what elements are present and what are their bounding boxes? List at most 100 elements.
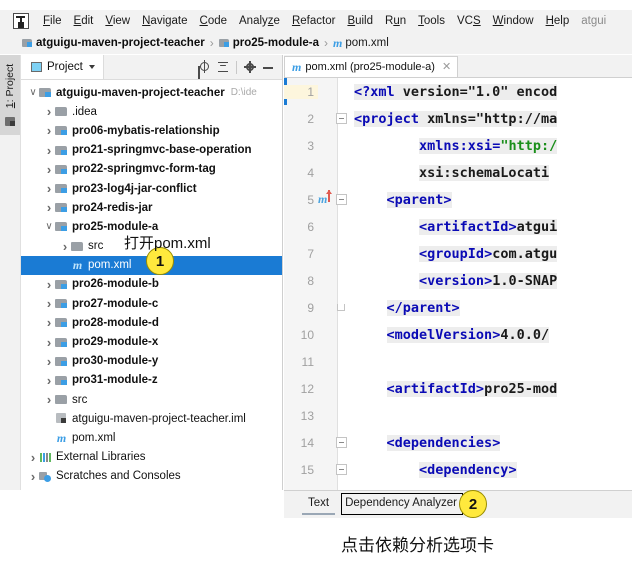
chevron-right-icon[interactable] xyxy=(43,278,55,291)
chevron-right-icon[interactable] xyxy=(43,316,55,329)
chevron-right-icon[interactable] xyxy=(43,355,55,368)
code-editor[interactable]: 1<?xml version="1.0" encod2<project xmln… xyxy=(284,78,632,505)
chevron-right-icon[interactable] xyxy=(43,182,55,195)
folder-icon[interactable] xyxy=(5,117,15,126)
menu-item-navigate[interactable]: Navigate xyxy=(136,13,193,29)
code-line[interactable]: 12 <artifactId>pro25-mod xyxy=(284,375,632,402)
tree-node-atguigu-maven-project-teacher-iml[interactable]: atguigu-maven-project-teacher.iml xyxy=(21,409,282,428)
menu-item-vcs[interactable]: VCS xyxy=(451,13,487,29)
tree-node-scratches-and-consoles[interactable]: Scratches and Consoles xyxy=(21,467,282,486)
code-lines[interactable]: 1<?xml version="1.0" encod2<project xmln… xyxy=(284,78,632,483)
code-line[interactable]: 13 xyxy=(284,402,632,429)
chevron-right-icon[interactable] xyxy=(43,105,55,118)
menu-item-code[interactable]: Code xyxy=(194,13,234,29)
tree-node--idea[interactable]: .idea xyxy=(21,102,282,121)
tree-node-src[interactable]: src xyxy=(21,390,282,409)
code-line[interactable]: 6 <artifactId>atgui xyxy=(284,213,632,240)
code-line[interactable]: 7 <groupId>com.atgu xyxy=(284,240,632,267)
gear-icon[interactable] xyxy=(242,59,258,75)
chevron-right-icon[interactable] xyxy=(27,451,39,464)
annotation-label-1: 打开pom.xml xyxy=(124,232,211,253)
code-line[interactable]: 3 xmlns:xsi="http:/ xyxy=(284,132,632,159)
tree-node-pom-xml[interactable]: mpom.xml xyxy=(21,428,282,447)
tree-node-label: External Libraries xyxy=(56,451,145,463)
maven-update-icon[interactable]: m xyxy=(318,186,334,213)
scratches-icon xyxy=(39,471,52,482)
menu-item-build[interactable]: Build xyxy=(341,13,379,29)
bottom-tab-text[interactable]: Text xyxy=(300,494,337,515)
chevron-down-icon[interactable] xyxy=(43,222,55,232)
tree-node-pro31-module-z[interactable]: pro31-module-z xyxy=(21,371,282,390)
code-line[interactable]: 8 <version>1.0-SNAP xyxy=(284,267,632,294)
project-view-selector[interactable]: Project xyxy=(21,55,104,79)
tree-node-pro21-springmvc-base-operation[interactable]: pro21-springmvc-base-operation xyxy=(21,141,282,160)
code-line[interactable]: 14 <dependencies> xyxy=(284,429,632,456)
menu-item-help[interactable]: Help xyxy=(540,13,576,29)
toolbar-divider xyxy=(236,61,237,74)
breadcrumb-item-pro25-module-a[interactable]: pro25-module-a xyxy=(219,37,319,49)
code-line[interactable]: 1<?xml version="1.0" encod xyxy=(284,78,632,105)
menu-item-file[interactable]: File xyxy=(37,13,68,29)
fold-toggle-icon[interactable] xyxy=(334,186,350,213)
code-line[interactable]: 11 xyxy=(284,348,632,375)
chevron-right-icon[interactable] xyxy=(43,374,55,387)
menu-item-refactor[interactable]: Refactor xyxy=(286,13,341,29)
chevron-right-icon[interactable] xyxy=(43,163,55,176)
project-tree[interactable]: atguigu-maven-project-teacherD:\ide.idea… xyxy=(21,80,282,507)
chevron-right-icon[interactable] xyxy=(27,470,39,483)
code-text: <dependency> xyxy=(350,462,632,478)
minimize-icon[interactable] xyxy=(260,59,276,75)
editor-tab-pom-xml[interactable]: m pom.xml (pro25-module-a) ✕ xyxy=(284,56,458,77)
fold-toggle-icon[interactable] xyxy=(334,456,350,483)
menu-item-analyze[interactable]: Analyze xyxy=(233,13,286,29)
breadcrumb-item-pom-xml[interactable]: mpom.xml xyxy=(333,36,389,51)
tree-node-pro29-module-x[interactable]: pro29-module-x xyxy=(21,332,282,351)
gutter-marker-empty xyxy=(318,159,334,186)
collapse-all-icon[interactable] xyxy=(215,59,231,75)
menu-item-edit[interactable]: Edit xyxy=(68,13,100,29)
fold-spacer xyxy=(334,213,350,240)
tree-node-pro28-module-d[interactable]: pro28-module-d xyxy=(21,313,282,332)
annotation-label-2: 点击依赖分析选项卡 xyxy=(341,531,494,556)
chevron-right-icon[interactable] xyxy=(59,240,71,253)
menu-item-view[interactable]: View xyxy=(99,13,136,29)
fold-toggle-icon[interactable] xyxy=(334,429,350,456)
menu-item-tools[interactable]: Tools xyxy=(412,13,451,29)
chevron-down-icon[interactable] xyxy=(89,65,95,69)
tree-node-pro30-module-y[interactable]: pro30-module-y xyxy=(21,352,282,371)
tree-node-pro26-module-b[interactable]: pro26-module-b xyxy=(21,275,282,294)
tree-node-pro06-mybatis-relationship[interactable]: pro06-mybatis-relationship xyxy=(21,121,282,140)
code-line[interactable]: 15 <dependency> xyxy=(284,456,632,483)
chevron-right-icon[interactable] xyxy=(43,393,55,406)
code-line[interactable]: 2<project xmlns="http://ma xyxy=(284,105,632,132)
fold-toggle-icon[interactable] xyxy=(334,294,350,321)
chevron-right-icon[interactable] xyxy=(43,336,55,349)
locate-in-tree-icon[interactable] xyxy=(197,59,213,75)
tree-node-pro27-module-c[interactable]: pro27-module-c xyxy=(21,294,282,313)
menu-item-window[interactable]: Window xyxy=(487,13,540,29)
code-line[interactable]: 9 </parent> xyxy=(284,294,632,321)
menu-item-run[interactable]: Run xyxy=(379,13,412,29)
chevron-right-icon[interactable] xyxy=(43,297,55,310)
tree-node-pro22-springmvc-form-tag[interactable]: pro22-springmvc-form-tag xyxy=(21,160,282,179)
code-line[interactable]: 10 <modelVersion>4.0.0/ xyxy=(284,321,632,348)
line-number: 11 xyxy=(284,355,318,369)
tree-node-external-libraries[interactable]: External Libraries xyxy=(21,448,282,467)
chevron-down-icon[interactable] xyxy=(27,88,39,98)
chevron-right-icon[interactable] xyxy=(43,201,55,214)
close-icon[interactable]: ✕ xyxy=(442,62,451,73)
annotation-box-dependency-analyzer xyxy=(341,493,463,515)
breadcrumb-item-atguigu-maven-project-teacher[interactable]: atguigu-maven-project-teacher xyxy=(22,37,205,49)
tree-node-label: pro21-springmvc-base-operation xyxy=(72,144,252,156)
editor-tab-bar: m pom.xml (pro25-module-a) ✕ xyxy=(284,55,632,78)
chevron-right-icon[interactable] xyxy=(43,144,55,157)
code-line[interactable]: 5m <parent> xyxy=(284,186,632,213)
module-folder-icon xyxy=(55,125,68,136)
tree-node-pro24-redis-jar[interactable]: pro24-redis-jar xyxy=(21,198,282,217)
tree-node-pro23-log4j-jar-conflict[interactable]: pro23-log4j-jar-conflict xyxy=(21,179,282,198)
chevron-right-icon[interactable] xyxy=(43,124,55,137)
fold-toggle-icon[interactable] xyxy=(334,105,350,132)
gutter-marker-empty xyxy=(318,105,334,132)
tree-node-atguigu-maven-project-teacher[interactable]: atguigu-maven-project-teacherD:\ide xyxy=(21,83,282,102)
code-line[interactable]: 4 xsi:schemaLocati xyxy=(284,159,632,186)
